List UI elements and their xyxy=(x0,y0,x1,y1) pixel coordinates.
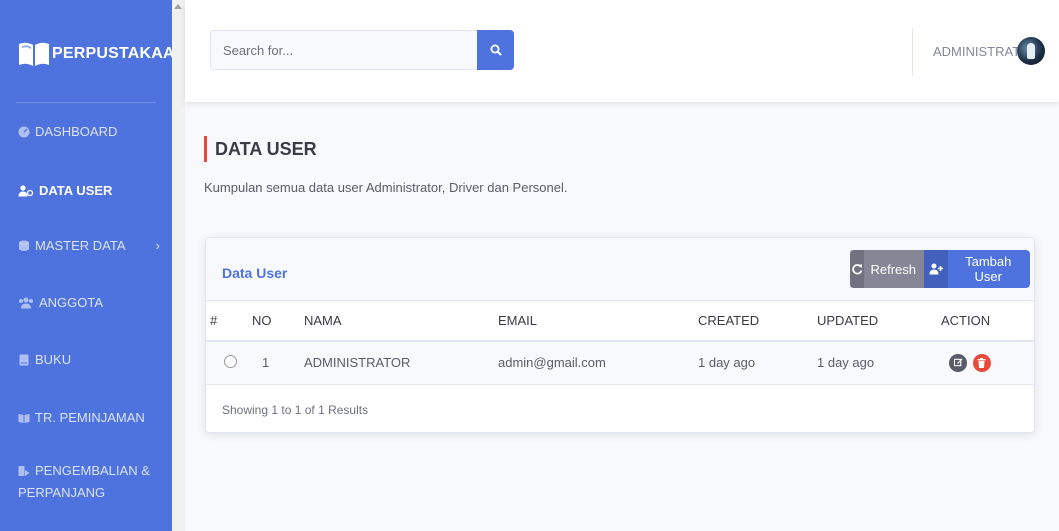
sidebar-item-label-line1: PENGEMBALIAN & xyxy=(35,463,150,478)
sidebar-item-tr-peminjaman[interactable]: TR. PEMINJAMAN xyxy=(18,410,164,425)
edit-icon xyxy=(953,358,963,367)
table-header-row: # NO NAMA EMAIL CREATED UPDATED ACTION xyxy=(206,301,1034,342)
book-open-icon xyxy=(18,413,30,423)
sidebar-item-dashboard[interactable]: DASHBOARD xyxy=(18,124,164,139)
trash-icon xyxy=(977,357,986,368)
column-header-action: ACTION xyxy=(941,301,1034,342)
page-description: Kumpulan semua data user Administrator, … xyxy=(204,180,568,195)
column-header-select: # xyxy=(206,301,252,342)
sidebar-item-data-user[interactable]: DATA USER xyxy=(18,183,164,198)
column-header-created[interactable]: CREATED xyxy=(698,301,817,342)
data-user-card: Data User Refresh Tambah User # NO NAMA … xyxy=(205,237,1035,433)
sidebar-item-pengembalian[interactable]: PENGEMBALIAN & PERPANJANG xyxy=(18,460,164,504)
table-footer-info: Showing 1 to 1 of 1 Results xyxy=(222,403,369,417)
sidebar-item-label: TR. PEMINJAMAN xyxy=(35,410,145,425)
sidebar-item-label: DATA USER xyxy=(39,183,113,198)
sidebar-item-label: ANGGOTA xyxy=(39,295,104,310)
card-actions: Refresh Tambah User xyxy=(850,250,1030,288)
column-header-email[interactable]: EMAIL xyxy=(498,301,698,342)
card-title: Data User xyxy=(222,265,288,281)
user-table: # NO NAMA EMAIL CREATED UPDATED ACTION 1… xyxy=(206,301,1034,385)
add-user-label: Tambah User xyxy=(965,254,1012,284)
cell-action xyxy=(941,341,1034,385)
dashboard-icon xyxy=(18,126,30,137)
sidebar-item-anggota[interactable]: ANGGOTA xyxy=(18,295,164,310)
search-button[interactable] xyxy=(477,30,514,70)
sidebar-item-label: DASHBOARD xyxy=(35,124,118,139)
users-icon xyxy=(18,184,34,196)
refresh-icon xyxy=(850,250,865,288)
row-select-radio[interactable] xyxy=(224,354,237,368)
avatar-figure xyxy=(1027,43,1035,59)
database-icon xyxy=(19,240,29,251)
brand-name: PERPUSTAKAAN xyxy=(52,45,187,62)
page-title: DATA USER xyxy=(204,136,317,162)
column-header-updated[interactable]: UPDATED xyxy=(817,301,941,342)
search-icon xyxy=(490,44,502,56)
sidebar: PERPUSTAKAAN DASHBOARD DATA USER MASTER … xyxy=(0,0,186,531)
search-form xyxy=(210,30,514,70)
topbar-divider xyxy=(912,28,913,76)
chevron-right-icon: › xyxy=(155,238,160,253)
sidebar-item-master-data[interactable]: MASTER DATA › xyxy=(18,238,164,253)
cell-no: 1 xyxy=(252,341,304,385)
cell-email: admin@gmail.com xyxy=(498,341,698,385)
refresh-button[interactable]: Refresh xyxy=(850,250,924,288)
edit-button[interactable] xyxy=(949,353,967,372)
add-user-button[interactable]: Tambah User xyxy=(924,250,1030,288)
sidebar-item-buku[interactable]: BUKU xyxy=(18,352,164,367)
avatar[interactable] xyxy=(1017,37,1045,65)
book-logo-icon xyxy=(19,42,49,66)
delete-button[interactable] xyxy=(972,353,991,372)
scroll-up-arrow-icon[interactable] xyxy=(174,4,182,9)
sidebar-item-label-line2: PERPANJANG xyxy=(18,485,106,500)
refresh-label: Refresh xyxy=(870,261,916,277)
column-header-nama[interactable]: NAMA xyxy=(304,301,498,342)
sidebar-item-label: BUKU xyxy=(35,352,72,367)
topbar: ADMINISTRATOR xyxy=(185,0,1059,102)
search-input[interactable] xyxy=(210,30,477,70)
table-row: 1 ADMINISTRATOR admin@gmail.com 1 day ag… xyxy=(206,341,1034,385)
cell-nama: ADMINISTRATOR xyxy=(304,341,498,385)
return-icon xyxy=(18,466,30,476)
row-select-cell xyxy=(206,341,252,385)
cell-created: 1 day ago xyxy=(698,341,817,385)
card-header: Data User Refresh Tambah User xyxy=(206,238,1034,301)
members-icon xyxy=(19,297,33,308)
user-plus-icon xyxy=(924,250,949,288)
book-icon xyxy=(19,354,29,365)
sidebar-scrollbar[interactable] xyxy=(172,0,185,531)
sidebar-item-label: MASTER DATA xyxy=(35,238,126,253)
sidebar-divider xyxy=(16,102,156,103)
cell-updated: 1 day ago xyxy=(817,341,941,385)
column-header-no[interactable]: NO xyxy=(252,301,304,342)
brand[interactable]: PERPUSTAKAAN xyxy=(18,34,187,74)
